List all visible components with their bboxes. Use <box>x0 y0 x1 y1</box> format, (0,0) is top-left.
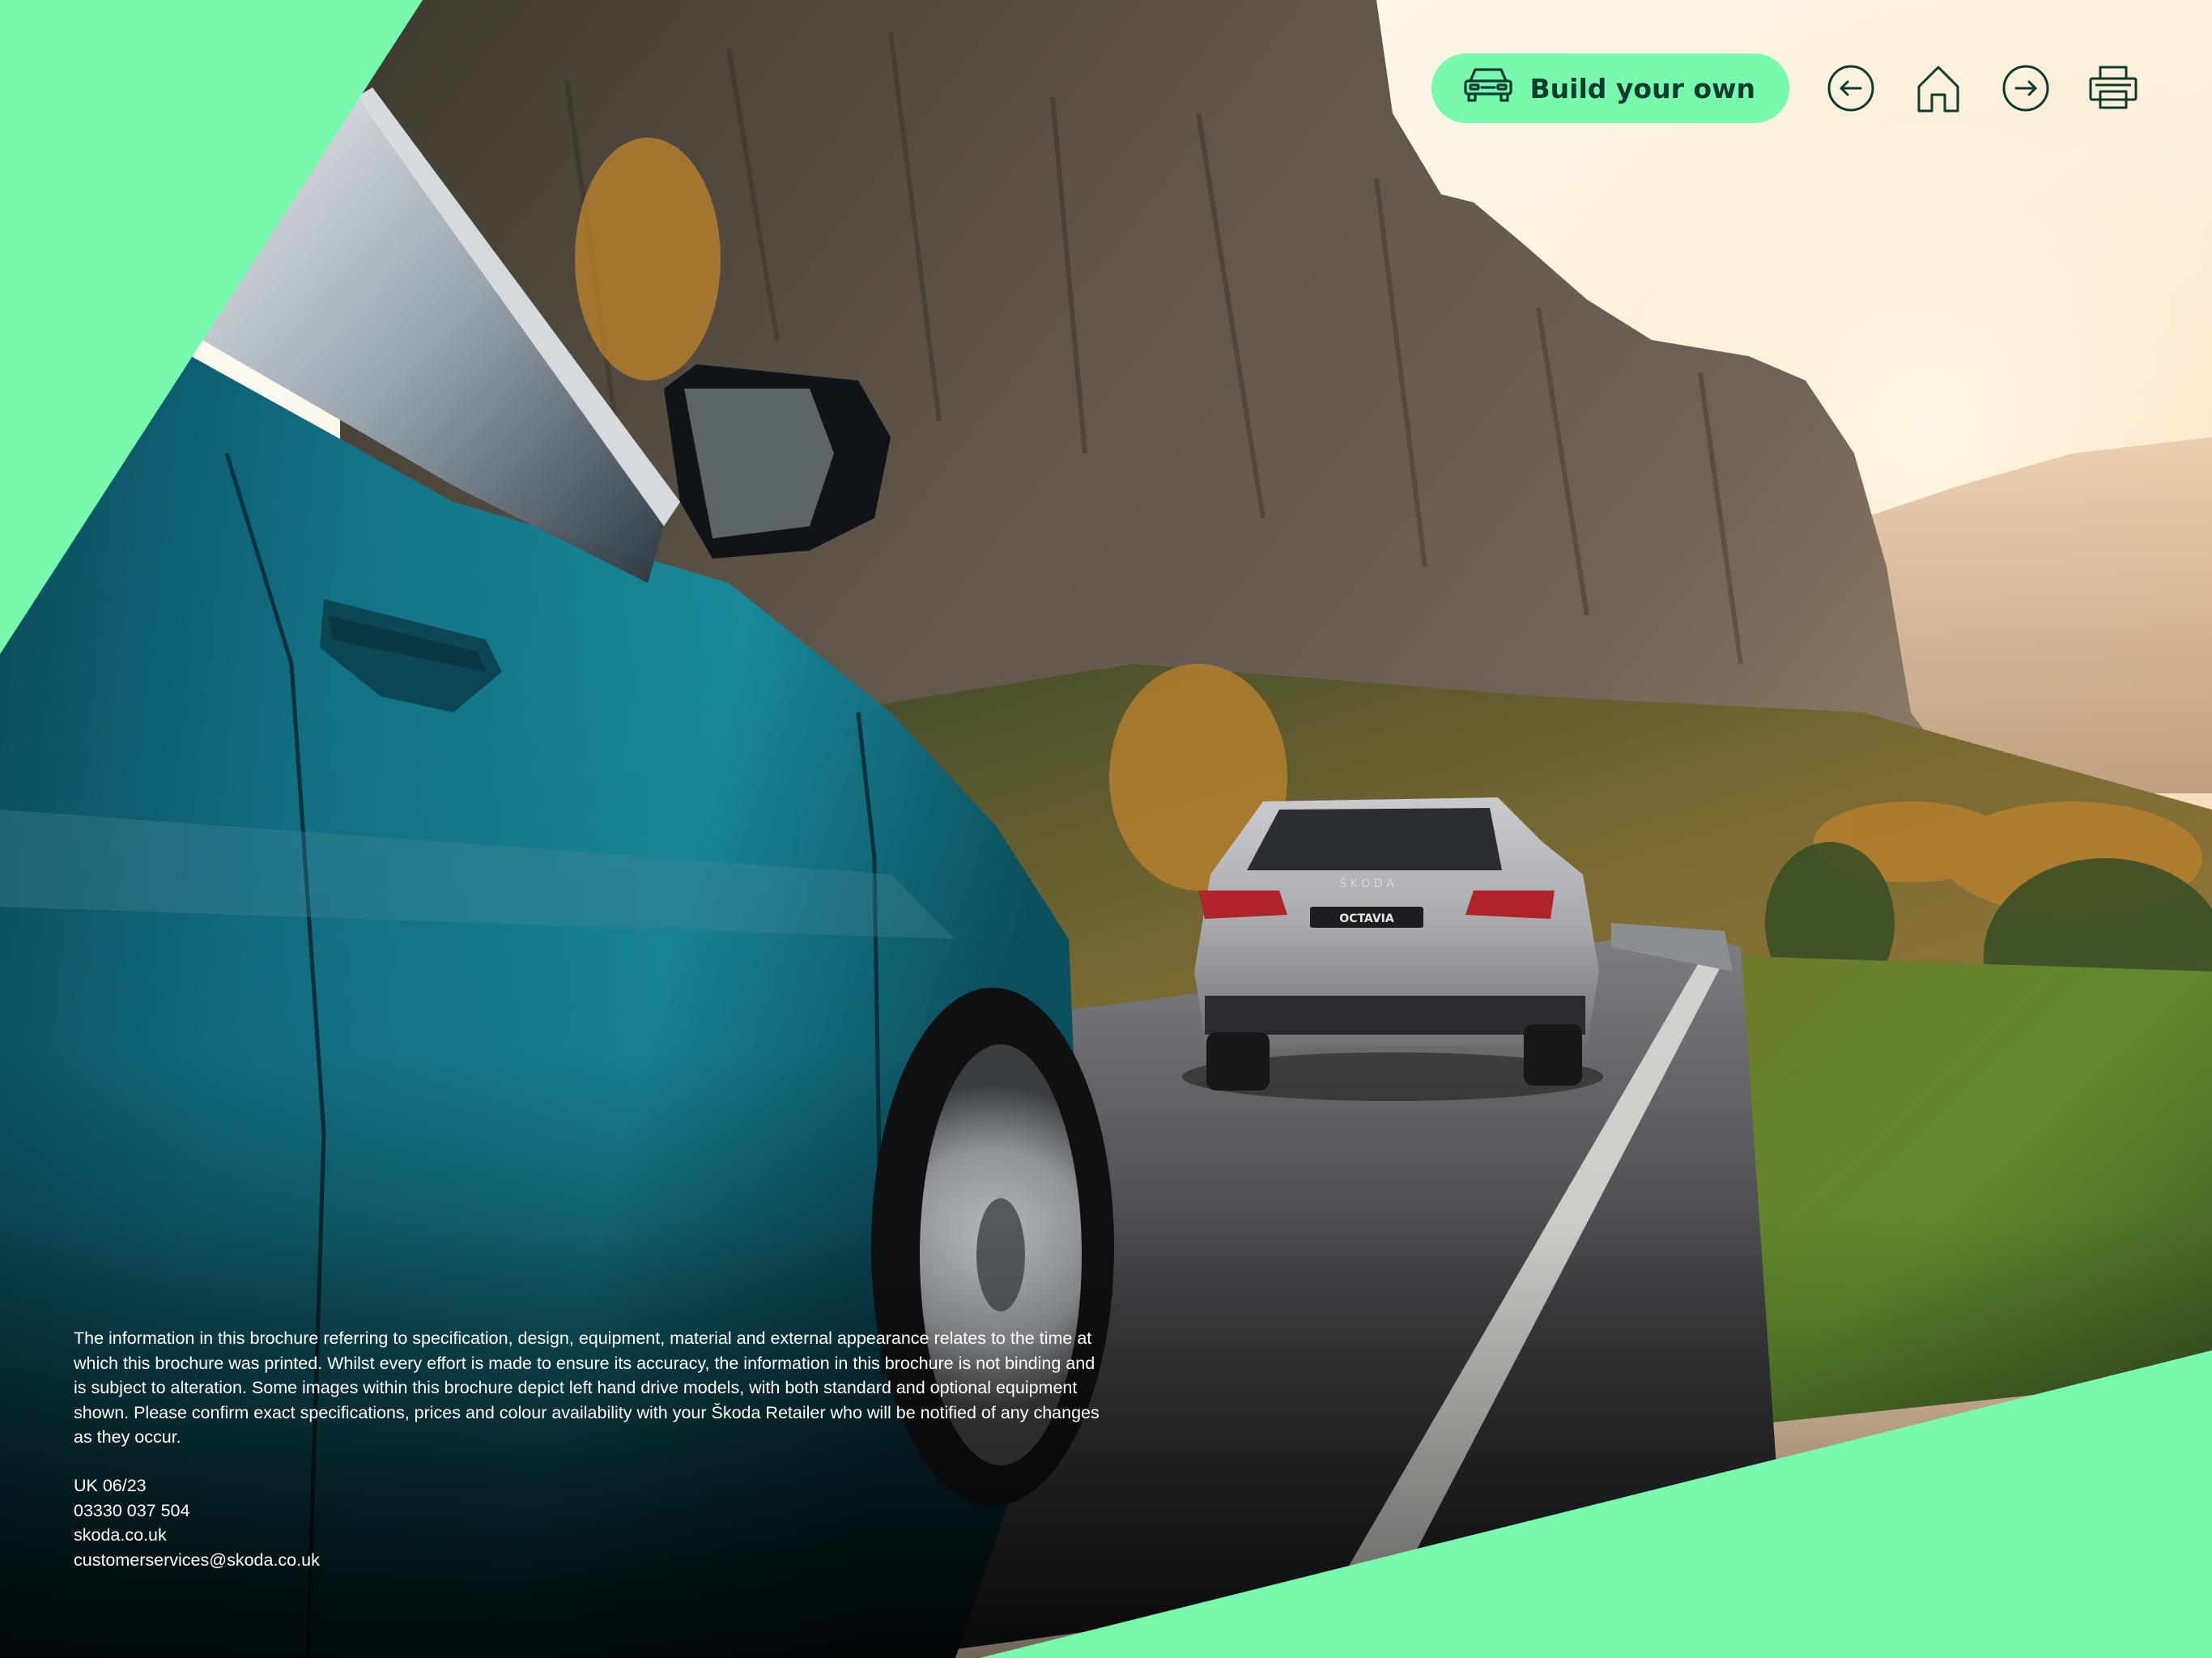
printer-icon[interactable] <box>2087 62 2139 114</box>
top-toolbar: Build your own <box>1431 53 2139 123</box>
arrow-right-circle-icon[interactable] <box>2000 62 2052 114</box>
build-your-own-button[interactable]: Build your own <box>1431 53 1789 123</box>
email-link[interactable]: customerservices@skoda.co.uk <box>74 1548 320 1573</box>
build-your-own-label: Build your own <box>1529 72 1755 104</box>
edition-code: UK 06/23 <box>74 1476 147 1495</box>
octavia-badge: OCTAVIA <box>1339 912 1394 925</box>
phone-number[interactable]: 03330 037 504 <box>74 1499 320 1524</box>
skoda-trunk-lettering: Š K O D A <box>1339 876 1394 891</box>
legal-disclaimer: The information in this brochure referri… <box>74 1329 1100 1447</box>
website-link[interactable]: skoda.co.uk <box>74 1523 320 1548</box>
arrow-left-circle-icon[interactable] <box>1825 62 1877 114</box>
silver-car: OCTAVIA Š K O D A <box>1182 797 1603 1101</box>
home-icon[interactable] <box>1912 62 1964 114</box>
car-front-icon <box>1462 65 1514 112</box>
contact-details: UK 06/23 03330 037 504 skoda.co.uk custo… <box>74 1473 320 1572</box>
